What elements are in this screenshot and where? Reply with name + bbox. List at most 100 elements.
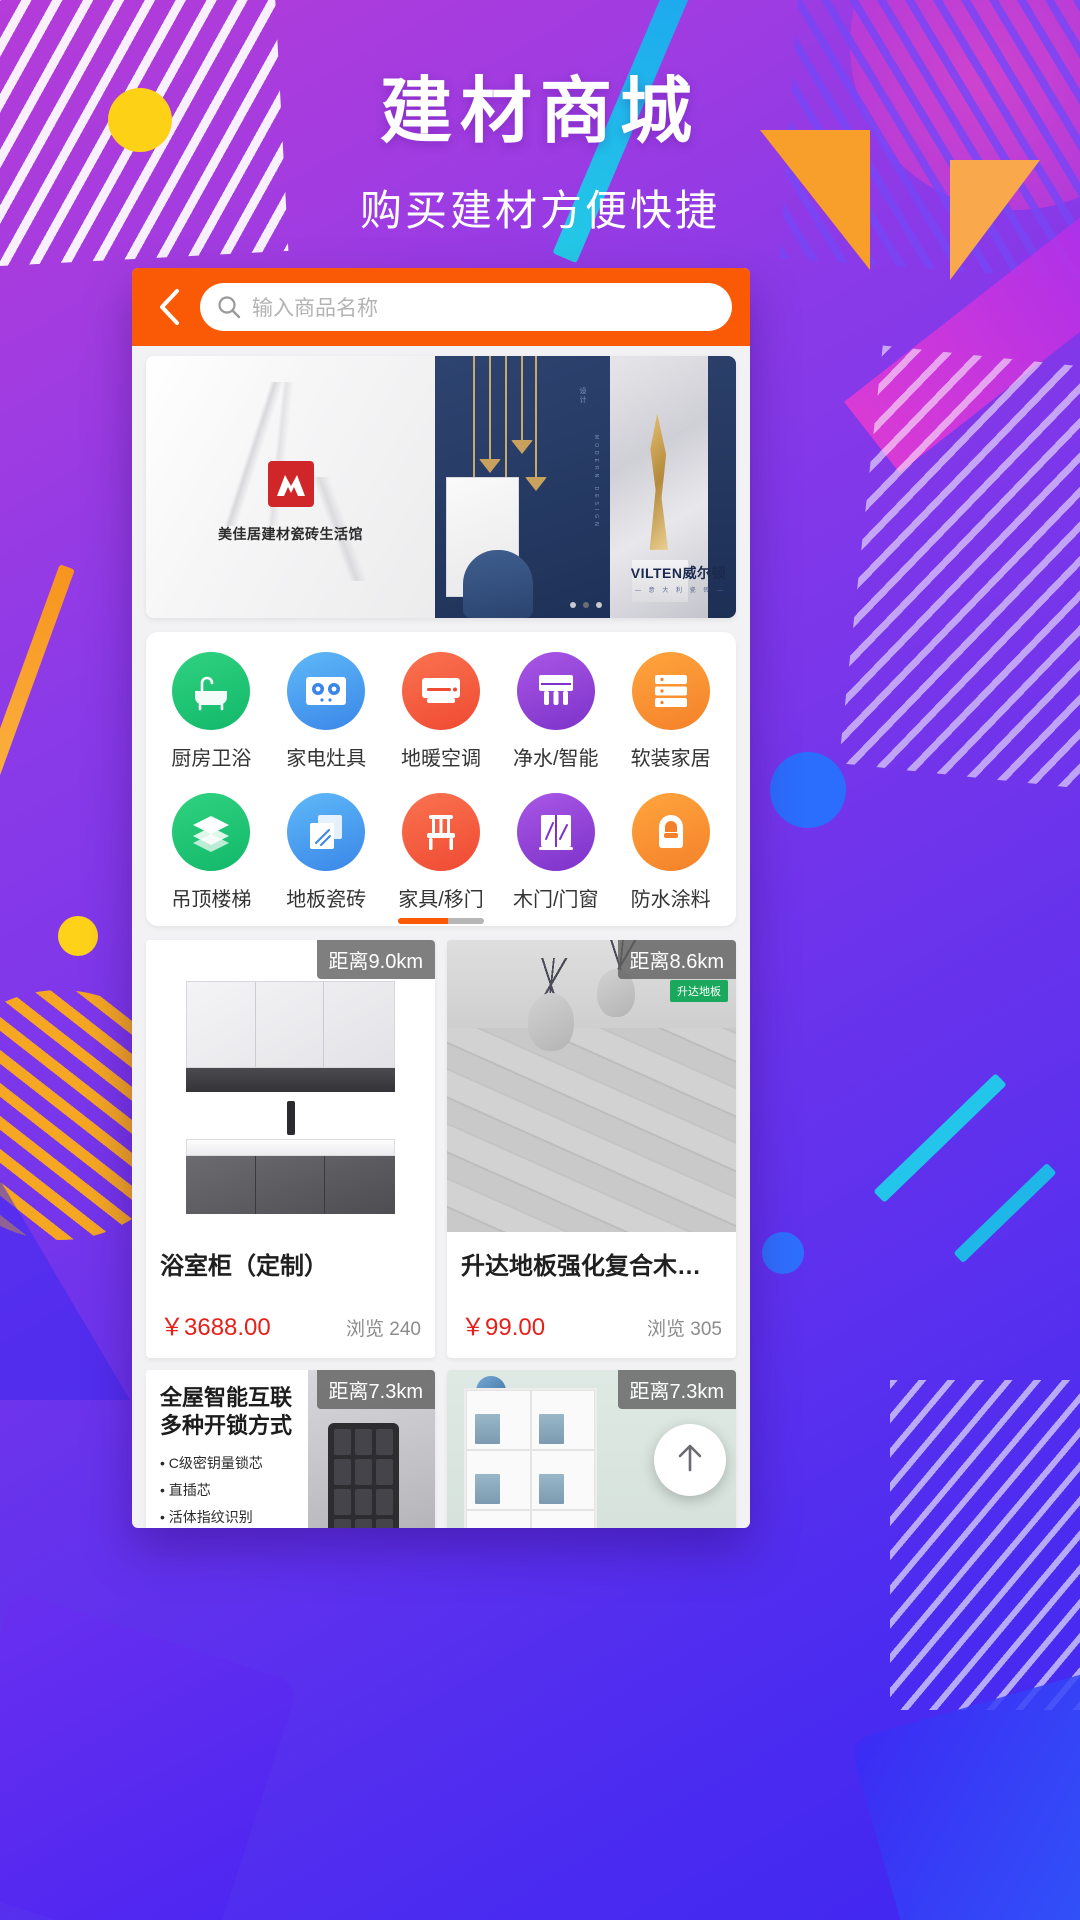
app-header: 输入商品名称 (132, 268, 750, 346)
banner-navy-panel: 设计 MODERN DESIGN (435, 356, 610, 618)
category-row-1: 厨房卫浴 家电灶具 地暖空调 净水/智能 软装家居 (154, 652, 728, 771)
product-card[interactable]: 距离7.3km 全屋智能互联 多种开锁方式 C级密钥量锁芯 直插芯 活体指纹识别… (146, 1370, 435, 1528)
layers-icon (172, 793, 251, 871)
distance-badge: 距离8.6km (617, 940, 736, 979)
back-to-top-button[interactable] (654, 1424, 726, 1496)
air-conditioner-icon (401, 652, 480, 730)
category-item-ceiling-stairs[interactable]: 吊顶楼梯 (154, 793, 269, 912)
banner-armchair (463, 549, 533, 618)
banner-vertical-text: 设计 (578, 387, 586, 406)
category-item-waterproof-paint[interactable]: 防水涂料 (613, 793, 728, 912)
pendant-lamp-icon (520, 356, 523, 443)
category-scroll-indicator[interactable] (397, 918, 484, 924)
vanity-cabinet-artwork (146, 940, 435, 1232)
product-card[interactable]: 距离9.0km 浴室柜（定制） ￥3688.00 浏览 240 (146, 940, 435, 1358)
smart-lock-headline-2: 多种开锁方式 (160, 1412, 293, 1438)
app-screen: 输入商品名称 美佳居建材瓷砖生活馆 设计 MODERN DESIGN VILTE… (132, 268, 750, 1528)
carousel-dots[interactable] (569, 602, 602, 608)
banner-vertical-text-2: MODERN DESIGN (593, 434, 600, 530)
product-image: 距离8.6km 升达地板 (447, 940, 736, 1232)
smart-lock-headline-1: 全屋智能互联 (160, 1385, 293, 1410)
category-item-soft-furnishing[interactable]: 软装家居 (613, 652, 728, 771)
carousel-dot[interactable] (569, 602, 576, 608)
vilten-brand-main: VILTEN威尔顿 (630, 565, 726, 581)
decor-orange-diagonal (0, 564, 75, 786)
banner-carousel[interactable]: 美佳居建材瓷砖生活馆 设计 MODERN DESIGN VILTEN威尔顿 — … (146, 356, 736, 618)
product-price: ￥99.00 (461, 1314, 546, 1341)
decor-stripes-right (838, 345, 1080, 795)
product-meta: ￥99.00 浏览 305 (461, 1307, 722, 1342)
paint-bucket-icon (631, 793, 710, 871)
category-label: 软装家居 (630, 748, 711, 770)
bathtub-icon (172, 652, 251, 730)
product-title: 升达地板强化复合木地板... (461, 1253, 722, 1280)
category-grid: 厨房卫浴 家电灶具 地暖空调 净水/智能 软装家居 吊顶楼梯 地板瓷砖 家具/移… (146, 632, 736, 926)
smart-lock-feature: 活体指纹识别 (160, 1507, 298, 1527)
decor-block-bottom-right (849, 1669, 1080, 1920)
decor-cyan-diagonal (873, 1073, 1007, 1203)
lock-keypad-icon (328, 1422, 400, 1528)
decor-cyan-diagonal-2 (953, 1162, 1057, 1264)
stove-icon (287, 652, 366, 730)
category-item-floor-tiles[interactable]: 地板瓷砖 (269, 793, 384, 912)
carousel-dot[interactable] (595, 602, 602, 608)
distance-badge: 距离9.0km (316, 940, 435, 979)
category-item-wood-doors-windows[interactable]: 木门/门窗 (498, 793, 613, 912)
decor-dot-blue-lower-right (762, 1232, 804, 1274)
chevron-left-icon (157, 287, 183, 327)
decor-dot-blue-right (770, 752, 846, 828)
banner-brand-name: 美佳居建材瓷砖生活馆 (218, 525, 364, 542)
category-item-hvac[interactable]: 地暖空调 (384, 652, 499, 771)
product-meta: ￥3688.00 浏览 240 (160, 1307, 421, 1342)
pendant-lamp-icon (473, 356, 476, 493)
category-item-appliances[interactable]: 家电灶具 (269, 652, 384, 771)
decor-stripes-bottom-right (890, 1380, 1080, 1710)
product-price: ￥3688.00 (160, 1314, 271, 1341)
pendant-lamp-icon (534, 356, 537, 480)
chair-icon (401, 793, 480, 871)
back-button[interactable] (146, 283, 194, 331)
category-label: 地暖空调 (400, 748, 481, 770)
poster-canvas: 建材商城 购买建材方便快捷 输入商品名称 美佳居建材瓷砖生活馆 设计 MODER… (0, 0, 1080, 1920)
category-label: 家具/移门 (398, 889, 484, 911)
category-label: 木门/门窗 (513, 889, 599, 911)
banner-slide-left: 美佳居建材瓷砖生活馆 (146, 356, 436, 618)
poster-title: 建材商城 (379, 72, 700, 152)
decor-dot-yellow-left (58, 916, 98, 956)
category-label: 防水涂料 (630, 889, 711, 911)
banner-gold-sculpture (649, 413, 669, 550)
mountain-logo-icon (267, 460, 314, 507)
product-card[interactable]: 距离8.6km 升达地板 升达地板强化复合木地板... ￥99.00 浏览 30… (447, 940, 736, 1358)
distance-badge: 距离7.3km (316, 1370, 435, 1409)
smart-lock-copy: 全屋智能互联 多种开锁方式 C级密钥量锁芯 直插芯 活体指纹识别 电磁防护 防撬… (146, 1370, 308, 1528)
category-label: 厨房卫浴 (171, 748, 252, 770)
pendant-lamp-icon (489, 356, 492, 461)
decor-wedge-bottom-left (0, 1180, 130, 1400)
category-row-2: 吊顶楼梯 地板瓷砖 家具/移门 木门/门窗 防水涂料 (154, 793, 728, 924)
category-item-furniture-doors[interactable]: 家具/移门 (384, 793, 499, 924)
door-window-icon (516, 793, 595, 871)
product-views: 浏览 305 (647, 1319, 722, 1340)
category-label: 吊顶楼梯 (171, 889, 252, 911)
category-label: 净水/智能 (513, 748, 599, 770)
arrow-up-icon (672, 1440, 708, 1481)
search-input[interactable]: 输入商品名称 (200, 283, 732, 331)
category-label: 地板瓷砖 (286, 889, 367, 911)
poster-heading: 建材商城 购买建材方便快捷 (0, 0, 1080, 238)
carousel-dot-active[interactable] (582, 602, 589, 608)
category-item-water-smart[interactable]: 净水/智能 (498, 652, 613, 771)
product-info: 升达地板强化复合木地板... ￥99.00 浏览 305 (447, 1232, 736, 1358)
decor-pink-band (844, 217, 1080, 473)
search-icon (216, 294, 242, 320)
decor-block-bottom-left (0, 1590, 300, 1920)
category-item-kitchen-bath[interactable]: 厨房卫浴 (154, 652, 269, 771)
shop-tag-badge: 升达地板 (670, 980, 728, 1002)
tiles-icon (287, 793, 366, 871)
banner-carousel-wrap: 美佳居建材瓷砖生活馆 设计 MODERN DESIGN VILTEN威尔顿 — … (132, 346, 750, 618)
product-image: 距离7.3km 全屋智能互联 多种开锁方式 C级密钥量锁芯 直插芯 活体指纹识别… (146, 1370, 435, 1528)
water-purifier-icon (516, 652, 595, 730)
product-grid: 距离9.0km 浴室柜（定制） ￥3688.00 浏览 240 距离8.6km … (146, 940, 736, 1528)
smart-lock-feature: C级密钥量锁芯 (160, 1453, 298, 1473)
smart-lock-features: C级密钥量锁芯 直插芯 活体指纹识别 电磁防护 防撬力开锁 (160, 1453, 298, 1528)
vilten-brand-sub: — 意 大 利 瓷 砖 — (634, 588, 726, 594)
